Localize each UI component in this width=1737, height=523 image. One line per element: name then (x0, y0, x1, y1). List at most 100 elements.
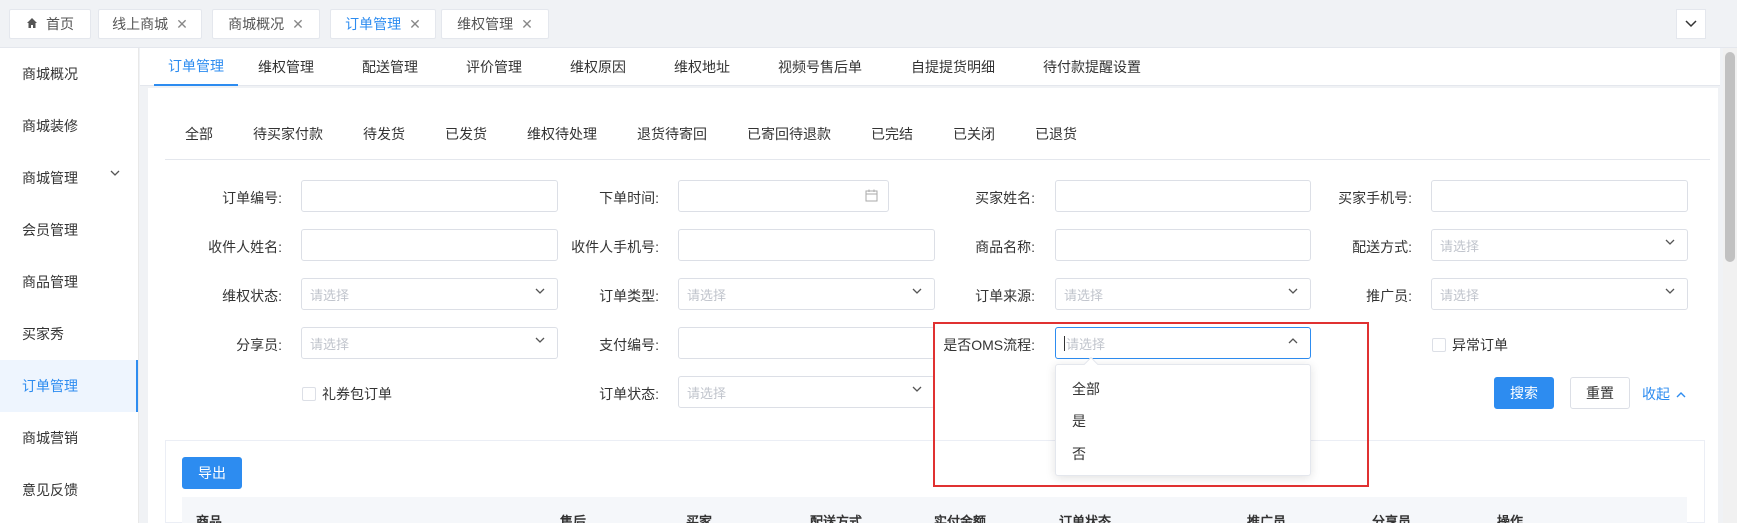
buyer-phone-input[interactable] (1431, 180, 1688, 212)
status-tab-shipped[interactable]: 已发货 (445, 124, 487, 144)
tab-label: 首页 (46, 16, 74, 32)
select-placeholder: 请选择 (310, 287, 350, 303)
delivery-method-label: 配送方式: (1352, 239, 1412, 255)
sidebar-item-member-management[interactable]: 会员管理 (0, 204, 138, 256)
subnav-order-management[interactable]: 订单管理 (154, 48, 238, 86)
status-tab-completed[interactable]: 已完结 (871, 124, 913, 144)
subnav-payment-reminder[interactable]: 待付款提醒设置 (1043, 48, 1141, 86)
receiver-phone-label: 收件人手机号: (571, 239, 659, 255)
chevron-down-icon (912, 288, 922, 294)
order-status-label: 订单状态: (599, 386, 659, 402)
rights-status-label: 维权状态: (222, 288, 282, 304)
tab-mall-overview[interactable]: 商城概况 ✕ (212, 9, 320, 39)
close-icon[interactable]: ✕ (409, 16, 421, 33)
order-time-picker[interactable] (678, 180, 889, 212)
buyer-name-label: 买家姓名: (975, 190, 1035, 206)
pay-no-label: 支付编号: (599, 337, 659, 353)
collapse-label: 收起 (1642, 386, 1670, 402)
sidebar-item-label: 商城营销 (22, 430, 78, 446)
th-actions: 操作 (1497, 514, 1524, 523)
tab-online-mall[interactable]: 线上商城 ✕ (98, 9, 202, 39)
sharer-select[interactable]: 请选择 (301, 327, 558, 359)
checkbox-box[interactable] (1432, 338, 1446, 352)
subnav-pickup-detail[interactable]: 自提提货明细 (911, 48, 995, 86)
sidebar-item-product-management[interactable]: 商品管理 (0, 256, 138, 308)
subnav-delivery-management[interactable]: 配送管理 (362, 48, 418, 86)
status-tab-awaiting-payment[interactable]: 待买家付款 (253, 124, 323, 144)
order-status-tabs: 全部 待买家付款 待发货 已发货 维权待处理 退货待寄回 已寄回待退款 已完结 … (165, 110, 1710, 160)
tab-rights-management[interactable]: 维权管理 ✕ (441, 9, 549, 39)
scrollbar-thumb[interactable] (1725, 52, 1735, 262)
tab-order-management[interactable]: 订单管理 ✕ (330, 9, 436, 39)
sidebar-item-mall-overview[interactable]: 商城概况 (0, 48, 138, 100)
home-icon (26, 17, 38, 32)
select-placeholder: 请选择 (1440, 287, 1480, 303)
search-button[interactable]: 搜索 (1494, 377, 1554, 409)
collapse-link[interactable]: 收起 (1642, 384, 1686, 404)
sidebar-item-mall-management[interactable]: 商城管理 (0, 152, 138, 204)
subnav-rights-management[interactable]: 维权管理 (258, 48, 314, 86)
order-time-label: 下单时间: (599, 190, 659, 206)
rights-status-select[interactable]: 请选择 (301, 278, 558, 310)
sidebar-item-mall-decoration[interactable]: 商城装修 (0, 100, 138, 152)
highlight-box (933, 322, 1369, 487)
chevron-down-icon (912, 386, 922, 392)
sidebar-item-order-management[interactable]: 订单管理 (0, 360, 138, 412)
pay-no-input[interactable] (678, 327, 935, 359)
tab-label: 订单管理 (345, 16, 402, 32)
status-tab-rights-pending[interactable]: 维权待处理 (527, 124, 597, 144)
sidebar: 商城概况 商城装修 商城管理 会员管理 商品管理 买家秀 订单管理 商城营销 意… (0, 48, 139, 523)
receiver-name-input[interactable] (301, 229, 558, 261)
order-status-select[interactable]: 请选择 (678, 376, 935, 408)
order-no-input[interactable] (301, 180, 558, 212)
sidebar-item-mall-marketing[interactable]: 商城营销 (0, 412, 138, 464)
sidebar-item-label: 商品管理 (22, 274, 78, 290)
abnormal-order-checkbox[interactable]: 异常订单 (1432, 335, 1508, 355)
order-source-select[interactable]: 请选择 (1055, 278, 1311, 310)
status-tab-refunded[interactable]: 已退货 (1035, 124, 1077, 144)
order-type-select[interactable]: 请选择 (678, 278, 935, 310)
chevron-down-icon (535, 288, 545, 294)
close-icon[interactable]: ✕ (521, 16, 533, 33)
th-promoter: 推广员 (1247, 514, 1287, 523)
export-button[interactable]: 导出 (182, 457, 242, 489)
tab-label: 线上商城 (112, 16, 169, 32)
sidebar-item-label: 订单管理 (22, 378, 78, 394)
subnav-video-aftersale[interactable]: 视频号售后单 (778, 48, 862, 86)
th-product: 商品 (196, 514, 223, 523)
checkbox-box[interactable] (302, 387, 316, 401)
sidebar-item-buyer-show[interactable]: 买家秀 (0, 308, 138, 360)
tab-menu-button[interactable] (1676, 9, 1706, 39)
close-icon[interactable]: ✕ (176, 16, 188, 33)
chevron-down-icon (1665, 288, 1675, 294)
calendar-icon (865, 189, 878, 202)
th-aftersale: 售后 (560, 514, 587, 523)
sidebar-item-label: 商城概况 (22, 66, 78, 82)
status-tab-return-pending[interactable]: 退货待寄回 (637, 124, 707, 144)
chevron-down-icon (1665, 239, 1675, 245)
delivery-method-select[interactable]: 请选择 (1431, 229, 1688, 261)
status-tab-closed[interactable]: 已关闭 (953, 124, 995, 144)
tab-label: 商城概况 (228, 16, 285, 32)
order-type-label: 订单类型: (599, 288, 659, 304)
close-icon[interactable]: ✕ (292, 16, 304, 33)
tab-label: 维权管理 (457, 16, 514, 32)
sidebar-item-label: 商城管理 (22, 170, 78, 186)
th-delivery: 配送方式 (810, 514, 863, 523)
receiver-name-label: 收件人姓名: (208, 239, 282, 255)
sidebar-item-label: 商城装修 (22, 118, 78, 134)
reset-button[interactable]: 重置 (1570, 377, 1630, 409)
promoter-select[interactable]: 请选择 (1431, 278, 1688, 310)
gift-order-checkbox[interactable]: 礼券包订单 (302, 384, 392, 404)
buyer-name-input[interactable] (1055, 180, 1311, 212)
subnav-rights-reason[interactable]: 维权原因 (570, 48, 626, 86)
tab-home[interactable]: 首页 (9, 9, 91, 39)
product-name-input[interactable] (1055, 229, 1311, 261)
status-tab-all[interactable]: 全部 (185, 124, 213, 144)
status-tab-awaiting-shipment[interactable]: 待发货 (363, 124, 405, 144)
status-tab-returned-awaiting-refund[interactable]: 已寄回待退款 (747, 124, 831, 144)
receiver-phone-input[interactable] (678, 229, 935, 261)
sidebar-item-feedback[interactable]: 意见反馈 (0, 464, 138, 516)
subnav-rights-address[interactable]: 维权地址 (674, 48, 730, 86)
subnav-review-management[interactable]: 评价管理 (466, 48, 522, 86)
